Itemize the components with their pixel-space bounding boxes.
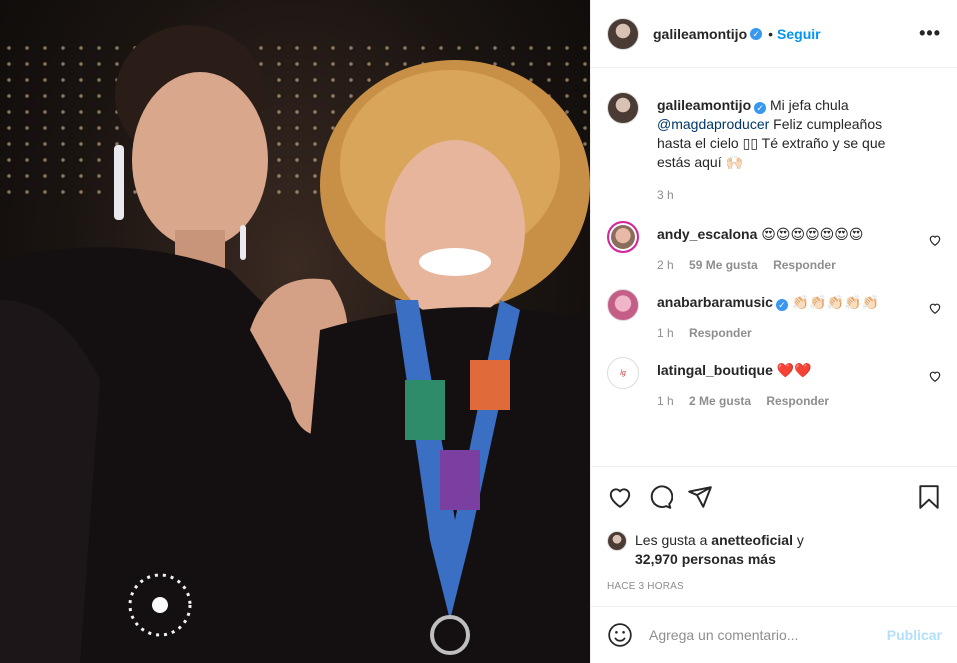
caption: galileamontijo ✓ Mi jefa chula @magdaprod… (607, 92, 942, 205)
comment-text: 😍😍😍😍😍😍😍 (761, 226, 864, 242)
more-icon[interactable]: ••• (919, 23, 941, 44)
like-comment-heart-icon[interactable] (928, 301, 942, 315)
comment-likes[interactable]: 59 Me gusta (689, 258, 758, 272)
verified-icon: ✓ (754, 102, 767, 114)
verified-icon: ✓ (775, 299, 788, 311)
liker-username[interactable]: anetteoficial (711, 532, 793, 548)
post-side-panel: galileamontijo ✓ • Seguir ••• galileamon… (590, 0, 957, 663)
post-photo[interactable] (0, 0, 590, 663)
comment-icon[interactable] (647, 484, 673, 510)
heart-icon[interactable] (607, 484, 633, 510)
likes-count[interactable]: 32,970 personas más (635, 551, 776, 567)
caption-time[interactable]: 3 h (657, 188, 674, 202)
comment-username[interactable]: latingal_boutique (657, 362, 773, 378)
comment-text: ❤️❤️ (776, 362, 812, 378)
author-avatar[interactable] (607, 17, 639, 50)
comment-username[interactable]: anabarbaramusic (657, 294, 773, 310)
post-timestamp[interactable]: HACE 3 HORAS (607, 581, 942, 592)
post-actions: Les gusta a anetteoficial y 32,970 perso… (591, 466, 957, 616)
bookmark-icon[interactable] (916, 484, 942, 510)
comment-time[interactable]: 1 h (657, 326, 674, 340)
author-username[interactable]: galileamontijo (653, 26, 747, 42)
photo-illustration (0, 25, 590, 663)
caption-mention[interactable]: @magdaproducer (657, 116, 769, 132)
verified-icon: ✓ (750, 27, 763, 40)
share-icon[interactable] (687, 484, 713, 510)
commenter-avatar[interactable] (607, 289, 639, 321)
comment-item: lg latingal_boutique ❤️❤️ 1 h 2 Me gusta… (607, 357, 942, 411)
likes-summary: Les gusta a anetteoficial y 32,970 perso… (607, 531, 942, 569)
caption-username[interactable]: galileamontijo (657, 97, 751, 113)
comment-time[interactable]: 2 h (657, 258, 674, 272)
likes-middle: y (792, 532, 804, 548)
liker-avatar[interactable] (607, 531, 627, 551)
comments-list[interactable]: galileamontijo ✓ Mi jefa chula @magdaprod… (591, 68, 957, 466)
separator-dot: • (768, 25, 774, 42)
post-header: galileamontijo ✓ • Seguir ••• (591, 0, 957, 68)
publish-button[interactable]: Publicar (887, 627, 942, 643)
commenter-avatar[interactable] (607, 221, 639, 253)
raised-hands-emoji-icon: 🙌🏻 (725, 154, 743, 170)
comment-likes[interactable]: 2 Me gusta (689, 394, 751, 408)
prayer-emoji-icon: ▯▯ (742, 135, 759, 151)
comment-username[interactable]: andy_escalona (657, 226, 757, 242)
comment-composer: Publicar (591, 606, 957, 663)
comment-time[interactable]: 1 h (657, 394, 674, 408)
reply-button[interactable]: Responder (773, 258, 836, 272)
reply-button[interactable]: Responder (766, 394, 829, 408)
emoji-icon[interactable] (607, 622, 633, 648)
likes-prefix: Les gusta a (635, 532, 712, 548)
comment-text: 👏🏻👏🏻👏🏻👏🏻👏🏻 (791, 294, 880, 310)
like-comment-heart-icon[interactable] (928, 369, 942, 383)
commenter-avatar[interactable]: lg (607, 357, 639, 389)
reply-button[interactable]: Responder (689, 326, 752, 340)
caption-avatar[interactable] (607, 92, 639, 124)
comment-item: anabarbaramusic ✓ 👏🏻👏🏻👏🏻👏🏻👏🏻 1 h Responde… (607, 289, 942, 343)
comment-input[interactable] (649, 627, 887, 643)
follow-button[interactable]: Seguir (777, 26, 821, 42)
comment-item: andy_escalona 😍😍😍😍😍😍😍 2 h 59 Me gusta Re… (607, 221, 942, 275)
caption-text-1: Mi jefa chula (770, 97, 849, 113)
like-comment-heart-icon[interactable] (928, 233, 942, 247)
